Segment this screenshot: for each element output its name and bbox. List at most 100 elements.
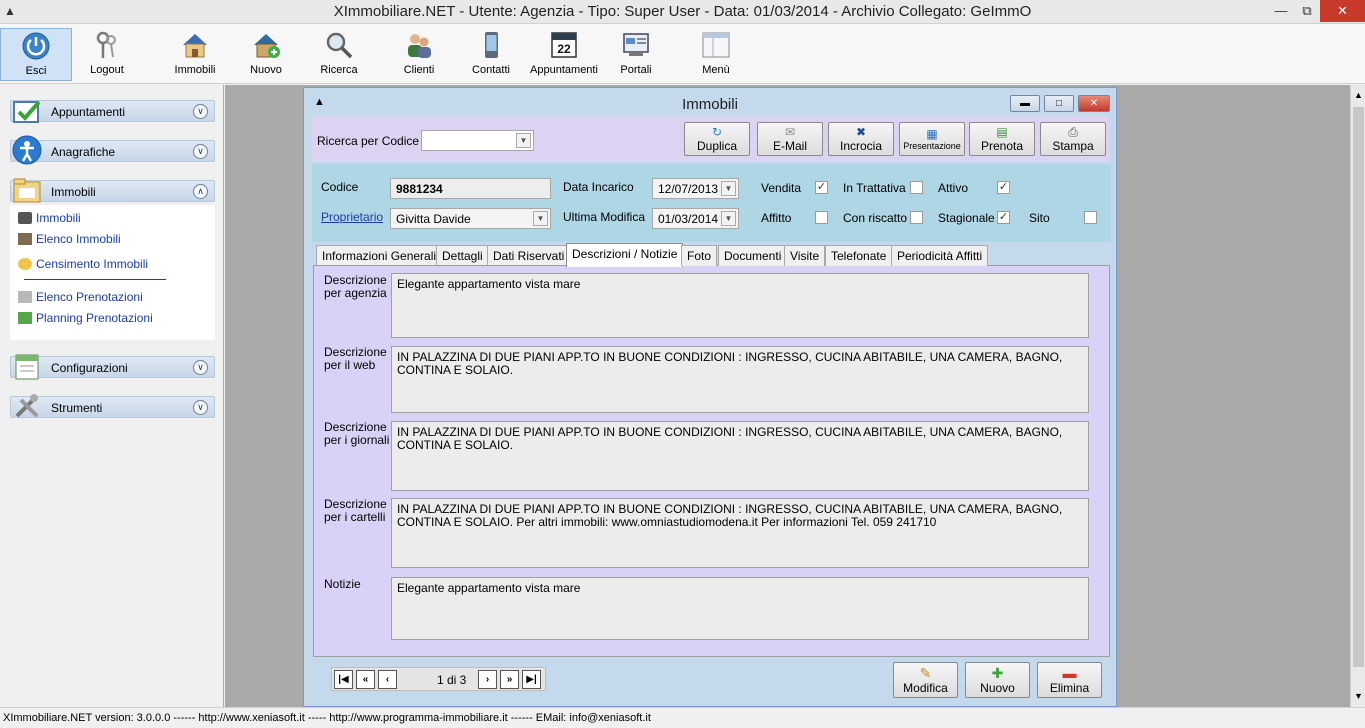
dropdown-arrow-icon[interactable]: ▼ [721,181,736,196]
sidebar-item-elenco-immobili[interactable]: Elenco Immobili [18,232,121,246]
notizie-textarea[interactable]: Elegante appartamento vista mare [391,577,1089,640]
prev-record-button[interactable]: ‹ [378,670,397,689]
sidebar-section-immobili[interactable]: Immobili ∧ [10,178,215,203]
codice-field[interactable]: 9881234 [390,178,551,199]
label-line2: per il web [324,358,376,372]
appuntamenti-button[interactable]: 22 Appuntamenti [530,28,598,81]
incrocia-label: Incrocia [839,139,883,153]
scroll-down-icon[interactable]: ▼ [1354,691,1363,701]
item-icon [18,258,32,270]
attivo-checkbox[interactable]: ✓ [997,181,1010,194]
person-circle-icon [12,135,42,165]
nuovo-record-button[interactable]: ✚ Nuovo [965,662,1030,698]
stagionale-checkbox[interactable]: ✓ [997,211,1010,224]
con-riscatto-checkbox[interactable] [910,211,923,224]
first-record-button[interactable]: |◀ [334,670,353,689]
tab-dati-riservati[interactable]: Dati Riservati [487,245,571,266]
prenota-button[interactable]: ▤ Prenota [969,122,1035,156]
people-icon [408,34,431,58]
logout-button[interactable]: Logout [82,28,132,81]
minimize-button[interactable]: — [1268,0,1294,22]
email-button[interactable]: ✉ E-Mail [757,122,823,156]
contatti-button[interactable]: Contatti [470,28,512,81]
restore-button[interactable]: ⧉ [1294,0,1320,22]
nuovo-button[interactable]: Nuovo [242,28,290,81]
esci-label: Esci [25,65,47,77]
sidebar-section-configurazioni[interactable]: Configurazioni ∨ [10,354,215,380]
portali-button[interactable]: Portali [616,28,656,81]
modifica-button[interactable]: ✎ Modifica [893,662,958,698]
chevron-down-icon[interactable]: ∨ [193,400,208,415]
in-trattativa-label: In Trattativa [843,181,906,195]
sidebar-item-planning-prenotazioni[interactable]: Planning Prenotazioni [18,311,153,325]
vertical-scrollbar[interactable]: ▲ ▼ [1350,85,1365,707]
property-info-panel [312,164,1111,242]
search-label: Ricerca per Codice [317,134,420,148]
descrizione-cartelli-textarea[interactable]: IN PALAZZINA DI DUE PIANI APP.TO IN BUON… [391,498,1089,568]
tab-dettagli[interactable]: Dettagli [436,245,489,266]
sidebar-item-censimento-immobili[interactable]: Censimento Immobili [18,257,148,271]
affitto-checkbox[interactable] [815,211,828,224]
duplica-button[interactable]: ↻ Duplica [684,122,750,156]
prev-page-button[interactable]: « [356,670,375,689]
sidebar-item-elenco-prenotazioni[interactable]: Elenco Prenotazioni [18,290,143,304]
window-icon [702,32,730,58]
presentazione-button[interactable]: ▦ Presentazione [899,122,965,156]
ricerca-button[interactable]: Ricerca [314,28,364,81]
nuovo-label: Nuovo [250,64,282,76]
clienti-button[interactable]: Clienti [397,28,441,81]
presentation-icon: ▦ [926,127,938,141]
sidebar-section-appuntamenti[interactable]: Appuntamenti ∨ [10,100,215,123]
dropdown-arrow-icon[interactable]: ▼ [516,133,531,148]
menu-button[interactable]: Menù [696,28,736,81]
next-record-button[interactable]: › [478,670,497,689]
child-minimize-button[interactable]: ▬ [1010,95,1040,112]
child-maximize-button[interactable]: □ [1044,95,1074,112]
close-button[interactable]: ✕ [1320,0,1365,22]
tab-informazioni-generali[interactable]: Informazioni Generali [316,245,443,266]
ultima-modifica-picker[interactable]: 01/03/2014 ▼ [652,208,739,229]
in-trattativa-checkbox[interactable] [910,181,923,194]
codice-label: Codice [321,180,359,194]
descrizione-web-textarea[interactable]: IN PALAZZINA DI DUE PIANI APP.TO IN BUON… [391,346,1089,413]
descrizione-giornali-textarea[interactable]: IN PALAZZINA DI DUE PIANI APP.TO IN BUON… [391,421,1089,491]
dropdown-arrow-icon[interactable]: ▼ [533,211,548,226]
tab-periodicita-affitti[interactable]: Periodicità Affitti [891,245,989,266]
tab-documenti[interactable]: Documenti [718,245,788,266]
vendita-checkbox[interactable]: ✓ [815,181,828,194]
stampa-button[interactable]: ⎙ Stampa [1040,122,1106,156]
label-line1: Descrizione [324,345,387,359]
search-code-combo[interactable]: ▼ [421,130,534,151]
incrocia-button[interactable]: ✖ Incrocia [828,122,894,156]
chevron-down-icon[interactable]: ∨ [193,360,208,375]
portal-icon [623,33,649,56]
chevron-down-icon[interactable]: ∨ [193,144,208,159]
immobili-button[interactable]: Immobili [171,28,219,81]
proprietario-combo[interactable]: Givitta Davide ▼ [390,208,551,229]
scroll-thumb[interactable] [1353,107,1364,667]
chevron-up-icon[interactable]: ∧ [193,184,208,199]
proprietario-link[interactable]: Proprietario [321,210,383,224]
child-close-button[interactable]: ✕ [1078,95,1110,112]
tab-descrizioni-notizie[interactable]: Descrizioni / Notizie [566,243,684,267]
sidebar-section-strumenti[interactable]: Strumenti ∨ [10,394,215,418]
sidebar-item-immobili[interactable]: Immobili [18,211,81,225]
tab-visite[interactable]: Visite [784,245,826,266]
dropdown-arrow-icon[interactable]: ▼ [721,211,736,226]
elimina-button[interactable]: ▬ Elimina [1037,662,1102,698]
power-icon [22,32,50,60]
descrizione-agenzia-textarea[interactable]: Elegante appartamento vista mare [391,273,1089,338]
descrizione-giornali-label: Descrizione per i giornali [324,421,389,447]
sito-checkbox[interactable] [1084,211,1097,224]
chevron-down-icon[interactable]: ∨ [193,104,208,119]
last-record-button[interactable]: ▶| [522,670,541,689]
tab-telefonate[interactable]: Telefonate [825,245,893,266]
data-incarico-picker[interactable]: 12/07/2013 ▼ [652,178,739,199]
next-page-button[interactable]: » [500,670,519,689]
item-label: Immobili [36,211,81,225]
tab-foto[interactable]: Foto [681,245,718,266]
house-icon [183,34,207,58]
sidebar-section-anagrafiche[interactable]: Anagrafiche ∨ [10,135,215,165]
scroll-up-icon[interactable]: ▲ [1354,90,1363,100]
esci-button[interactable]: Esci [0,28,72,81]
